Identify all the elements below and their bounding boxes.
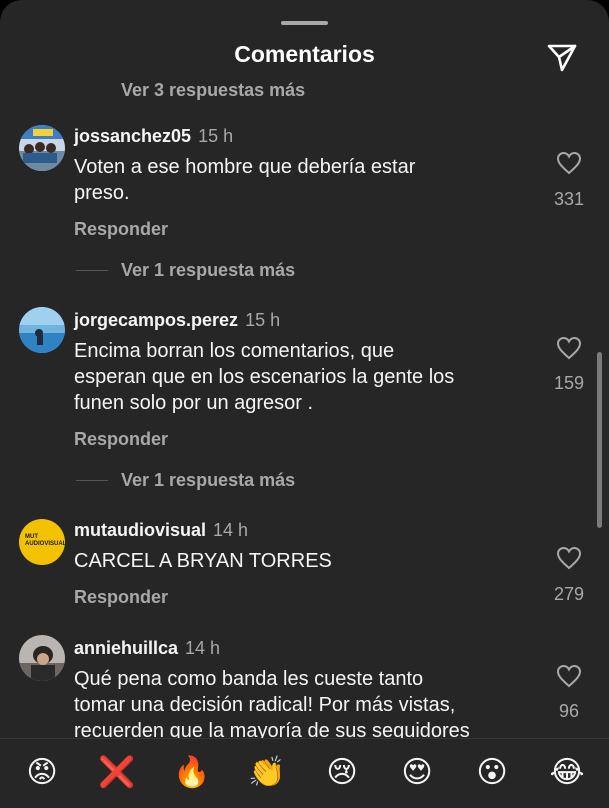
timestamp: 15 h	[245, 310, 281, 330]
comment-line: esperan que en los escenarios la gente l…	[74, 366, 455, 388]
heart-icon[interactable]	[556, 151, 582, 175]
avatar-text: MUT AUDIOVISUAL	[25, 534, 65, 547]
comment-text: Qué pena como banda les cueste tanto tom…	[74, 666, 470, 738]
reply-button[interactable]: Responder	[74, 429, 168, 450]
timestamp: 14 h	[213, 520, 249, 540]
heart-icon[interactable]	[556, 664, 582, 688]
username[interactable]: mutaudiovisual	[74, 520, 206, 540]
comment-header: mutaudiovisual 14 h	[74, 520, 248, 541]
angry-face-icon[interactable]: 😡	[22, 753, 62, 793]
comment-text: Encima borran los comentarios, que esper…	[74, 338, 454, 416]
comment-line: Qué pena como banda les cueste tanto	[74, 668, 424, 690]
tears-of-joy-icon[interactable]: 😂	[547, 753, 587, 793]
comment-line: Voten a ese hombre que debería estar	[74, 156, 416, 178]
avatar[interactable]	[19, 307, 65, 353]
reply-button[interactable]: Responder	[74, 219, 168, 240]
comment-text: Voten a ese hombre que debería estar pre…	[74, 154, 415, 206]
comment-header: jossanchez05 15 h	[74, 126, 233, 147]
timestamp: 14 h	[185, 638, 221, 658]
comment-line: tomar una decisión radical! Por más vist…	[74, 694, 456, 716]
comment-line: CARCEL A BRYAN TORRES	[74, 550, 332, 572]
emoji-reaction-bar: 😡 ❌ 🔥 👏 😢 😍 😮 😂	[0, 738, 609, 808]
view-more-replies[interactable]: Ver 1 respuesta más	[121, 470, 295, 491]
username[interactable]: jossanchez05	[74, 126, 191, 146]
comment-text: CARCEL A BRYAN TORRES	[74, 548, 332, 574]
username[interactable]: jorgecampos.perez	[74, 310, 238, 330]
surprised-face-icon[interactable]: 😮	[472, 753, 512, 793]
heart-icon[interactable]	[556, 546, 582, 570]
timestamp: 15 h	[198, 126, 234, 146]
comment-header: jorgecampos.perez 15 h	[74, 310, 280, 331]
scrollbar[interactable]	[597, 352, 602, 528]
view-more-replies-partial[interactable]: Ver 3 respuestas más	[121, 80, 305, 101]
view-more-replies[interactable]: Ver 1 respuesta más	[121, 260, 295, 281]
avatar[interactable]	[19, 125, 65, 171]
heart-eyes-icon[interactable]: 😍	[397, 753, 437, 793]
like-count: 331	[553, 189, 585, 209]
reply-button[interactable]: Responder	[74, 587, 168, 608]
heart-icon[interactable]	[556, 336, 582, 360]
comment-line: Encima borran los comentarios, que	[74, 340, 395, 362]
avatar[interactable]: MUT AUDIOVISUAL	[19, 519, 65, 565]
comment-header: anniehuillca 14 h	[74, 638, 220, 659]
crying-face-icon[interactable]: 😢	[322, 753, 362, 793]
paper-plane-icon[interactable]	[545, 40, 579, 74]
divider	[76, 480, 108, 481]
cross-mark-icon[interactable]: ❌	[97, 753, 137, 793]
divider	[76, 270, 108, 271]
comment-line: preso.	[74, 182, 130, 204]
comment-line: funen solo por un agresor .	[74, 392, 314, 414]
clapping-hands-icon[interactable]: 👏	[247, 753, 287, 793]
like-count: 96	[558, 701, 580, 721]
page-title: Comentarios	[234, 41, 375, 67]
fire-icon[interactable]: 🔥	[172, 753, 212, 793]
comments-sheet: Comentarios Ver 3 respuestas más jossanc…	[0, 0, 609, 808]
comments-list[interactable]: Ver 3 respuestas más jossanchez05 15 h Vo…	[0, 74, 609, 738]
username[interactable]: anniehuillca	[74, 638, 178, 658]
comment-line: recuerden que la mayoría de sus seguidor…	[74, 720, 470, 738]
drag-handle[interactable]	[281, 21, 328, 25]
like-count: 159	[553, 373, 585, 393]
like-count: 279	[553, 584, 585, 604]
avatar[interactable]	[19, 635, 65, 681]
